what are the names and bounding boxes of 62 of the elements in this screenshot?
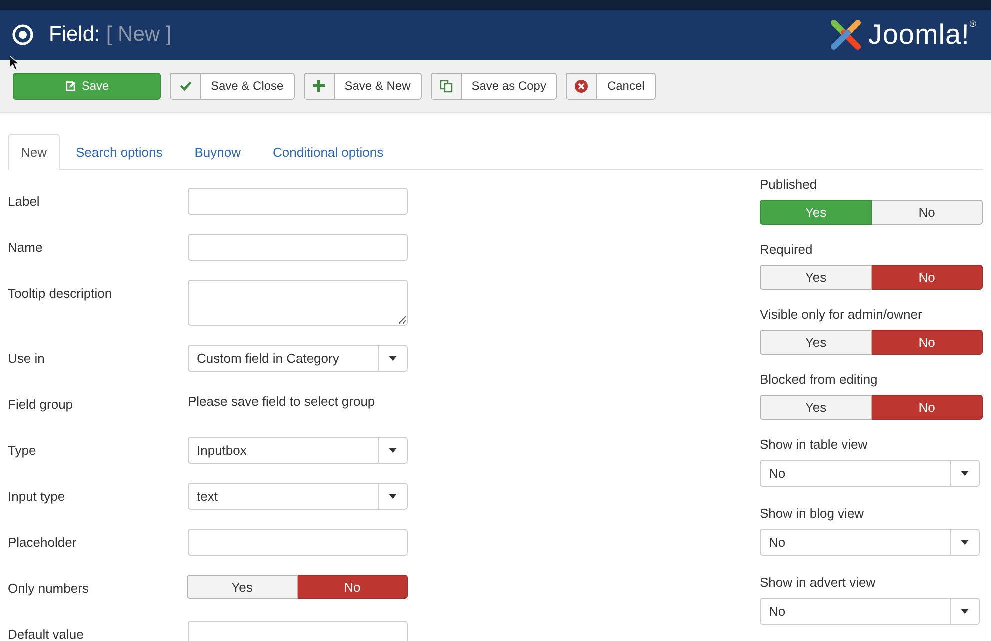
field-label: Published <box>760 177 818 192</box>
field-label: Input type <box>8 488 66 506</box>
toggle-option[interactable]: No <box>872 200 983 225</box>
toggle-option[interactable]: No <box>872 330 983 355</box>
field-label: Placeholder <box>8 534 78 552</box>
toggle-option[interactable]: No <box>872 265 983 290</box>
toggle-option[interactable]: Yes <box>760 330 872 355</box>
select-field[interactable]: No <box>760 460 980 487</box>
field-label: Blocked from editing <box>760 372 879 387</box>
tab[interactable]: Search options <box>60 134 179 170</box>
caret-icon <box>961 540 969 545</box>
field-label: Use in <box>8 350 46 368</box>
page-title: Field: <box>49 23 100 47</box>
caret-icon <box>961 471 969 476</box>
field-label: Visible only for admin/owner <box>760 307 924 322</box>
copy-icon <box>440 80 453 92</box>
select-field[interactable]: No <box>760 598 980 625</box>
toggle-option[interactable]: Yes <box>760 265 872 290</box>
field-text: Please save field to select group <box>188 393 376 411</box>
tab[interactable]: Conditional options <box>257 134 400 170</box>
select-field[interactable]: No <box>760 529 980 556</box>
check-icon <box>180 81 192 91</box>
field-label: Label <box>8 193 41 211</box>
plus-icon <box>313 80 326 92</box>
tab[interactable]: New <box>8 134 60 170</box>
toolbar-button[interactable]: Save as Copy <box>430 72 558 100</box>
field-label: Show in table view <box>760 437 869 452</box>
field-label: Type <box>8 442 38 460</box>
field-label: Show in advert view <box>760 575 877 590</box>
page-subtitle: [ New ] <box>106 23 172 47</box>
input-field[interactable] <box>188 234 408 261</box>
field-label: Only numbers <box>8 580 90 598</box>
select-field[interactable]: text <box>188 483 408 510</box>
field-label: Name <box>8 239 44 257</box>
caret-icon <box>389 356 397 361</box>
caret-icon <box>389 448 397 453</box>
toolbar-button[interactable]: Cancel <box>566 72 656 100</box>
tab[interactable]: Buynow <box>178 134 257 170</box>
field-label: Show in blog view <box>760 506 866 521</box>
caret-icon <box>961 609 969 614</box>
pointer-icon <box>10 56 20 70</box>
toggle-option[interactable]: Yes <box>760 395 872 420</box>
text-area[interactable] <box>188 280 408 326</box>
toggle-option[interactable]: No <box>872 395 983 420</box>
select-field[interactable]: Inputbox <box>188 437 408 464</box>
field-label: Required <box>760 242 814 257</box>
field-label: Field group <box>8 396 74 414</box>
field-label: Tooltip description <box>8 285 114 303</box>
input-field[interactable] <box>188 188 408 215</box>
toggle-option[interactable]: No <box>298 575 408 599</box>
logo-text: Joomla!$^{®}$ <box>868 19 977 51</box>
input-field[interactable] <box>188 529 408 556</box>
toolbar-button[interactable]: Save & Close <box>170 72 295 100</box>
target-icon <box>12 24 34 46</box>
toolbar-button[interactable]: Save & New <box>304 72 422 100</box>
caret-icon <box>389 494 397 499</box>
field-label: Default value <box>8 626 85 641</box>
toggle-option[interactable]: Yes <box>186 575 298 599</box>
select-field[interactable]: Custom field in Category <box>188 345 408 372</box>
close-icon <box>575 80 588 92</box>
edit-icon <box>64 80 76 92</box>
input-field[interactable] <box>188 621 408 641</box>
